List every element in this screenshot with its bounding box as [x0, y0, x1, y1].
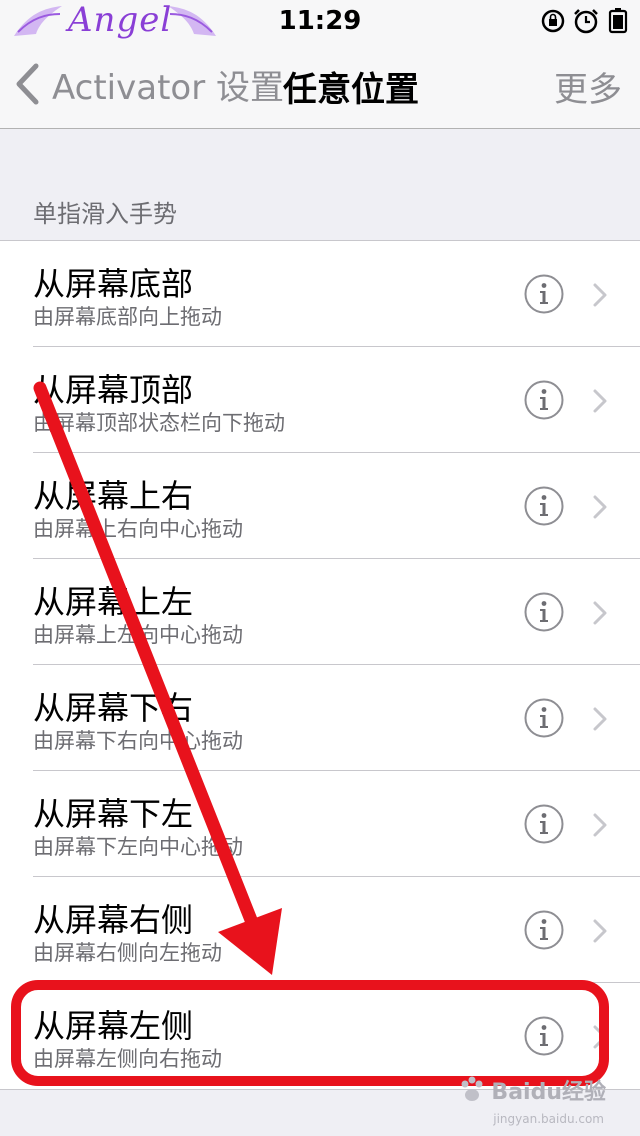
status-bar: Angel 11:29 [0, 0, 640, 40]
list-item[interactable]: 从屏幕右侧 由屏幕右侧向左拖动 [0, 877, 640, 983]
status-icons [540, 8, 630, 34]
list-item[interactable]: 从屏幕顶部 由屏幕顶部状态栏向下拖动 [0, 347, 640, 453]
battery-icon [608, 8, 628, 34]
row-title: 从屏幕下左 [33, 795, 194, 833]
row-subtitle: 由屏幕下左向中心拖动 [33, 835, 243, 859]
row-subtitle: 由屏幕右侧向左拖动 [33, 941, 222, 965]
info-icon[interactable] [524, 1016, 564, 1056]
row-subtitle: 由屏幕左侧向右拖动 [33, 1047, 222, 1071]
more-button[interactable]: 更多 [554, 62, 622, 111]
orientation-lock-icon [541, 9, 565, 33]
back-label: Activator 设置 [52, 67, 285, 108]
list-item[interactable]: 从屏幕下左 由屏幕下左向中心拖动 [0, 771, 640, 877]
info-icon[interactable] [524, 592, 564, 632]
list-item[interactable]: 从屏幕底部 由屏幕底部向上拖动 [0, 241, 640, 347]
row-title: 从屏幕上右 [33, 477, 194, 515]
row-subtitle: 由屏幕下右向中心拖动 [33, 729, 243, 753]
nav-bar: Activator 设置 任意位置 更多 [0, 40, 640, 129]
row-subtitle: 由屏幕顶部状态栏向下拖动 [33, 411, 285, 435]
chevron-left-icon [16, 63, 39, 105]
row-subtitle: 由屏幕上左向中心拖动 [33, 623, 243, 647]
chevron-right-icon [593, 601, 607, 625]
info-icon[interactable] [524, 380, 564, 420]
row-subtitle: 由屏幕底部向上拖动 [33, 305, 222, 329]
row-subtitle: 由屏幕上右向中心拖动 [33, 517, 243, 541]
list-item[interactable]: 从屏幕上左 由屏幕上左向中心拖动 [0, 559, 640, 665]
watermark-sub: jingyan.baidu.com [493, 1112, 604, 1126]
row-title: 从屏幕底部 [33, 265, 194, 303]
page-title: 任意位置 [283, 70, 419, 110]
info-icon[interactable] [524, 274, 564, 314]
gesture-list: 从屏幕底部 由屏幕底部向上拖动 从屏幕顶部 由屏幕顶部状态栏向下拖动 从屏幕上右… [0, 240, 640, 1090]
watermark: Baidu经验 [457, 1074, 606, 1106]
watermark-text: Baidu经验 [491, 1080, 606, 1105]
row-title: 从屏幕顶部 [33, 371, 194, 409]
back-button[interactable]: Activator 设置 [14, 58, 284, 110]
info-icon[interactable] [524, 486, 564, 526]
row-title: 从屏幕左侧 [33, 1007, 194, 1045]
chevron-right-icon [593, 813, 607, 837]
chevron-right-icon [593, 1025, 607, 1049]
chevron-right-icon [593, 389, 607, 413]
chevron-right-icon [593, 495, 607, 519]
row-title: 从屏幕右侧 [33, 901, 194, 939]
paw-icon [461, 1076, 483, 1101]
info-icon[interactable] [524, 910, 564, 950]
chevron-right-icon [593, 283, 607, 307]
info-icon[interactable] [524, 698, 564, 738]
info-icon[interactable] [524, 804, 564, 844]
chevron-right-icon [593, 707, 607, 731]
row-title: 从屏幕下右 [33, 689, 194, 727]
list-item[interactable]: 从屏幕下右 由屏幕下右向中心拖动 [0, 665, 640, 771]
chevron-right-icon [593, 919, 607, 943]
row-title: 从屏幕上左 [33, 583, 194, 621]
alarm-icon [574, 9, 598, 34]
section-header: 单指滑入手势 [33, 200, 177, 228]
list-item[interactable]: 从屏幕上右 由屏幕上右向中心拖动 [0, 453, 640, 559]
